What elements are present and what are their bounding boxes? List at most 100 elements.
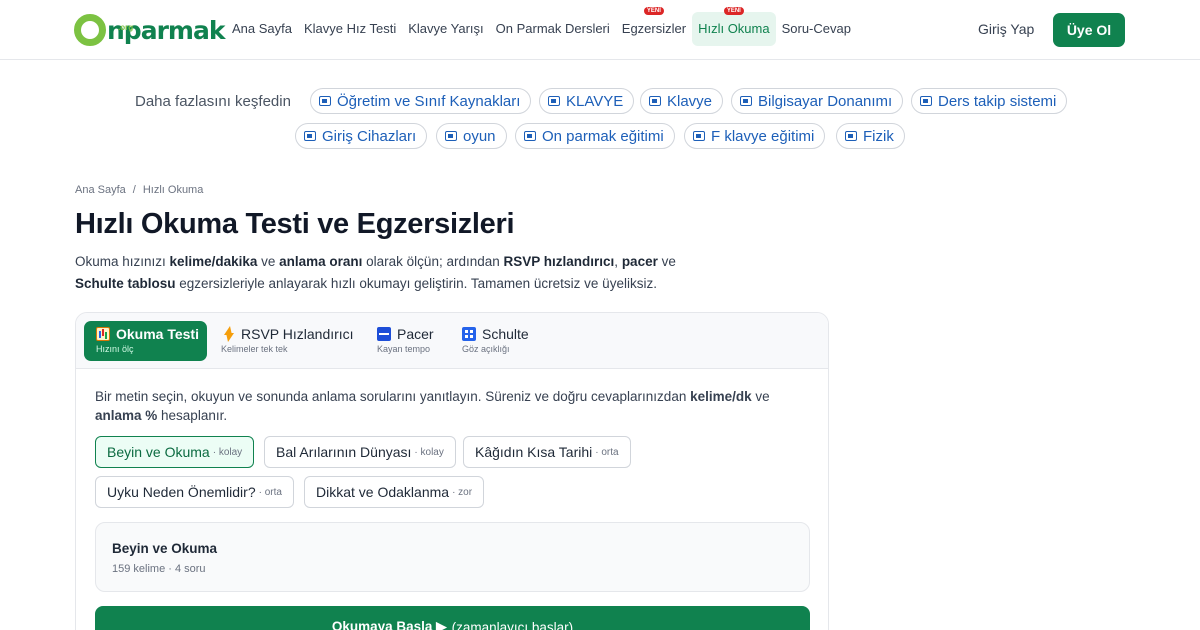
nav-item-typing-test[interactable]: Klavye Hız Testi	[298, 12, 402, 46]
start-label: Okumaya Başla ▶	[331, 619, 447, 630]
nav-label: Hızlı Okuma	[698, 21, 770, 36]
explore-chip[interactable]: oyun	[436, 123, 507, 149]
nav-item-home[interactable]: Ana Sayfa	[226, 12, 298, 46]
chip-label: KLAVYE	[566, 92, 624, 110]
text-option[interactable]: Kâğıdın Kısa Tarihi · orta	[463, 436, 631, 468]
page-intro: Okuma hızınızı kelime/dakika ve anlama o…	[75, 251, 715, 295]
article-icon	[304, 131, 316, 141]
nav-item-qa[interactable]: Soru-Cevap	[776, 12, 857, 46]
tab-sub: Kayan tempo	[377, 344, 431, 354]
chip-label: Ders takip sistemi	[938, 92, 1057, 110]
nav-item-typing-race[interactable]: Klavye Yarışı	[402, 12, 489, 46]
chip-label: Fizik	[863, 127, 894, 145]
nav-label: On Parmak Dersleri	[495, 21, 610, 36]
intro-text: Okuma hızınızı	[75, 254, 170, 269]
selected-text-info: Beyin ve Okuma 159 kelime · 4 soru	[95, 522, 810, 592]
tab-sub: Göz açıklığı	[462, 344, 510, 354]
intro-text: ve	[657, 254, 676, 269]
arrow-right-icon	[377, 327, 391, 341]
start-reading-button[interactable]: Okumaya Başla ▶ (zamanlayıcı başlar)	[95, 606, 810, 630]
breadcrumb-separator: /	[132, 184, 136, 196]
tab-sub: Hızını ölç	[96, 344, 134, 354]
text-level: · orta	[595, 446, 619, 458]
chip-label: On parmak eğitimi	[542, 127, 664, 145]
desc-text: Bir metin seçin, okuyun ve sonunda anlam…	[95, 389, 691, 404]
text-option[interactable]: Bal Arılarının Dünyası · kolay	[264, 436, 456, 468]
nav-item-lessons[interactable]: On Parmak Dersleri	[490, 12, 616, 46]
nav-label: Soru-Cevap	[781, 21, 851, 36]
login-link[interactable]: Giriş Yap	[978, 21, 1034, 37]
article-icon	[649, 96, 661, 106]
article-icon	[693, 131, 705, 141]
new-badge: YENİ	[723, 7, 744, 15]
breadcrumb-home[interactable]: Ana Sayfa	[75, 184, 126, 196]
chip-label: Bilgisayar Donanımı	[758, 92, 893, 110]
intro-bold: pacer	[621, 254, 658, 269]
selected-text-meta: 159 kelime · 4 soru	[112, 563, 206, 575]
text-title: Dikkat ve Odaklanma	[316, 484, 450, 500]
article-icon	[319, 96, 331, 106]
text-option[interactable]: Uyku Neden Önemlidir? · orta	[95, 476, 294, 508]
logo-ring-icon	[74, 14, 106, 46]
chip-label: Öğretim ve Sınıf Kaynakları	[337, 92, 521, 110]
intro-bold: Schulte tablosu	[75, 276, 176, 291]
page-title: Hızlı Okuma Testi ve Egzersizleri	[75, 208, 515, 240]
desc-text: hesaplanır.	[157, 408, 228, 423]
text-level: · kolay	[212, 446, 243, 458]
article-icon	[920, 96, 932, 106]
breadcrumb: Ana Sayfa / Hızlı Okuma	[75, 184, 203, 196]
text-title: Bal Arılarının Dünyası	[276, 444, 412, 460]
text-option[interactable]: Beyin ve Okuma · kolay	[95, 436, 255, 468]
explore-chip[interactable]: Giriş Cihazları	[295, 123, 428, 149]
article-icon	[740, 96, 752, 106]
start-note: (zamanlayıcı başlar)	[451, 619, 574, 630]
chart-icon	[96, 327, 110, 341]
signup-button[interactable]: Üye Ol	[1053, 13, 1125, 47]
explore-chip[interactable]: On parmak eğitimi	[515, 123, 675, 149]
tab-label: Schulte	[482, 326, 529, 342]
tab-label: Pacer	[397, 326, 434, 342]
tab-sub: Kelimeler tek tek	[221, 344, 288, 354]
article-icon	[548, 96, 560, 106]
nav-label: Klavye Yarışı	[408, 21, 484, 36]
intro-bold: anlama oranı	[279, 254, 363, 269]
explore-chip[interactable]: Klavye	[640, 88, 724, 114]
reading-tool-card: Okuma Testi Hızını ölç RSVP Hızlandırıcı…	[75, 312, 829, 630]
explore-chip[interactable]: Ders takip sistemi	[911, 88, 1068, 114]
explore-chip[interactable]: Öğretim ve Sınıf Kaynakları	[310, 88, 532, 114]
new-badge: YENİ	[643, 7, 664, 15]
nav-item-exercises[interactable]: YENİ Egzersizler	[616, 7, 692, 46]
breadcrumb-current: Hızlı Okuma	[142, 184, 204, 196]
explore-chip[interactable]: Bilgisayar Donanımı	[731, 88, 904, 114]
explore-chip[interactable]: Fizik	[836, 123, 905, 149]
tab-reading-test[interactable]: Okuma Testi Hızını ölç	[84, 321, 207, 361]
chip-label: Giriş Cihazları	[322, 127, 417, 145]
article-icon	[524, 131, 536, 141]
desc-bold: kelime/dk	[690, 389, 752, 404]
text-level: · zor	[452, 486, 473, 498]
site-header: nparmak .org Ana Sayfa Klavye Hız Testi …	[0, 0, 1200, 60]
site-logo[interactable]: nparmak	[74, 12, 225, 48]
tab-rsvp[interactable]: RSVP Hızlandırıcı Kelimeler tek tek	[209, 321, 359, 361]
intro-text: olarak ölçün; ardından	[362, 254, 504, 269]
explore-chip[interactable]: KLAVYE	[539, 88, 635, 114]
desc-text: ve	[751, 389, 770, 404]
text-option[interactable]: Dikkat ve Odaklanma · zor	[304, 476, 485, 508]
intro-bold: RSVP hızlandırıcı	[503, 254, 615, 269]
text-title: Kâğıdın Kısa Tarihi	[475, 444, 593, 460]
nav-item-speed-reading[interactable]: YENİ Hızlı Okuma	[692, 7, 776, 46]
text-title: Uyku Neden Önemlidir?	[107, 484, 256, 500]
tool-description: Bir metin seçin, okuyun ve sonunda anlam…	[95, 387, 805, 425]
main-nav: Ana Sayfa Klavye Hız Testi Klavye Yarışı…	[226, 7, 857, 46]
explore-chip[interactable]: F klavye eğitimi	[684, 123, 826, 149]
intro-bold: kelime/dakika	[169, 254, 258, 269]
text-level: · orta	[258, 486, 282, 498]
lightning-icon	[221, 326, 235, 342]
tab-schulte[interactable]: Schulte Göz açıklığı	[450, 321, 540, 361]
tab-pacer[interactable]: Pacer Kayan tempo	[365, 321, 445, 361]
selected-text-title: Beyin ve Okuma	[112, 541, 218, 556]
chip-label: Klavye	[667, 92, 713, 110]
tab-label: RSVP Hızlandırıcı	[241, 326, 354, 342]
chip-label: oyun	[463, 127, 496, 145]
text-level: · kolay	[414, 446, 444, 458]
